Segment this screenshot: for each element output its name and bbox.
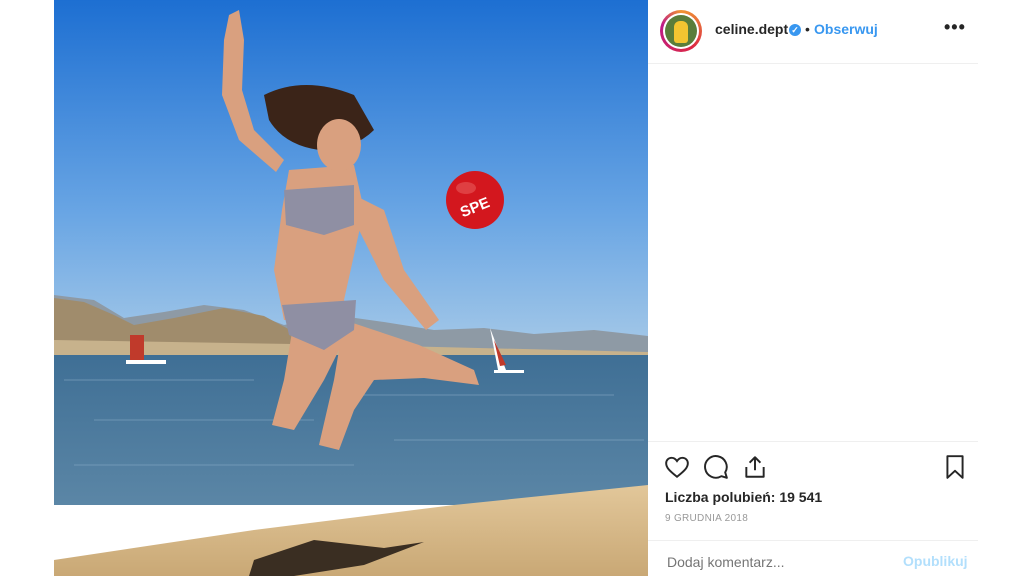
post-header: celine.dept ✓ • Obserwuj ••• [648, 0, 978, 64]
publish-button[interactable]: Opublikuj [903, 553, 968, 569]
comment-form: Opublikuj [648, 540, 978, 579]
verified-badge-icon: ✓ [789, 24, 801, 36]
share-upload-icon[interactable] [742, 454, 768, 480]
comment-input[interactable] [665, 553, 889, 571]
username-link[interactable]: celine.dept [715, 21, 788, 37]
bookmark-icon[interactable] [942, 454, 968, 480]
heart-icon[interactable] [664, 454, 690, 480]
follow-button[interactable]: Obserwuj [814, 21, 878, 37]
post-photo[interactable]: SPE [54, 0, 648, 576]
post-side-panel: celine.dept ✓ • Obserwuj ••• Liczba polu… [648, 0, 978, 576]
comment-bubble-icon[interactable] [703, 454, 729, 480]
avatar[interactable] [660, 10, 702, 52]
likes-count[interactable]: Liczba polubień: 19 541 [665, 489, 822, 505]
post-date: 9 GRUDNIA 2018 [665, 513, 749, 524]
separator-dot: • [805, 21, 810, 37]
more-options-icon[interactable]: ••• [944, 17, 966, 38]
post-actions: Liczba polubień: 19 541 9 GRUDNIA 2018 O… [648, 441, 978, 578]
